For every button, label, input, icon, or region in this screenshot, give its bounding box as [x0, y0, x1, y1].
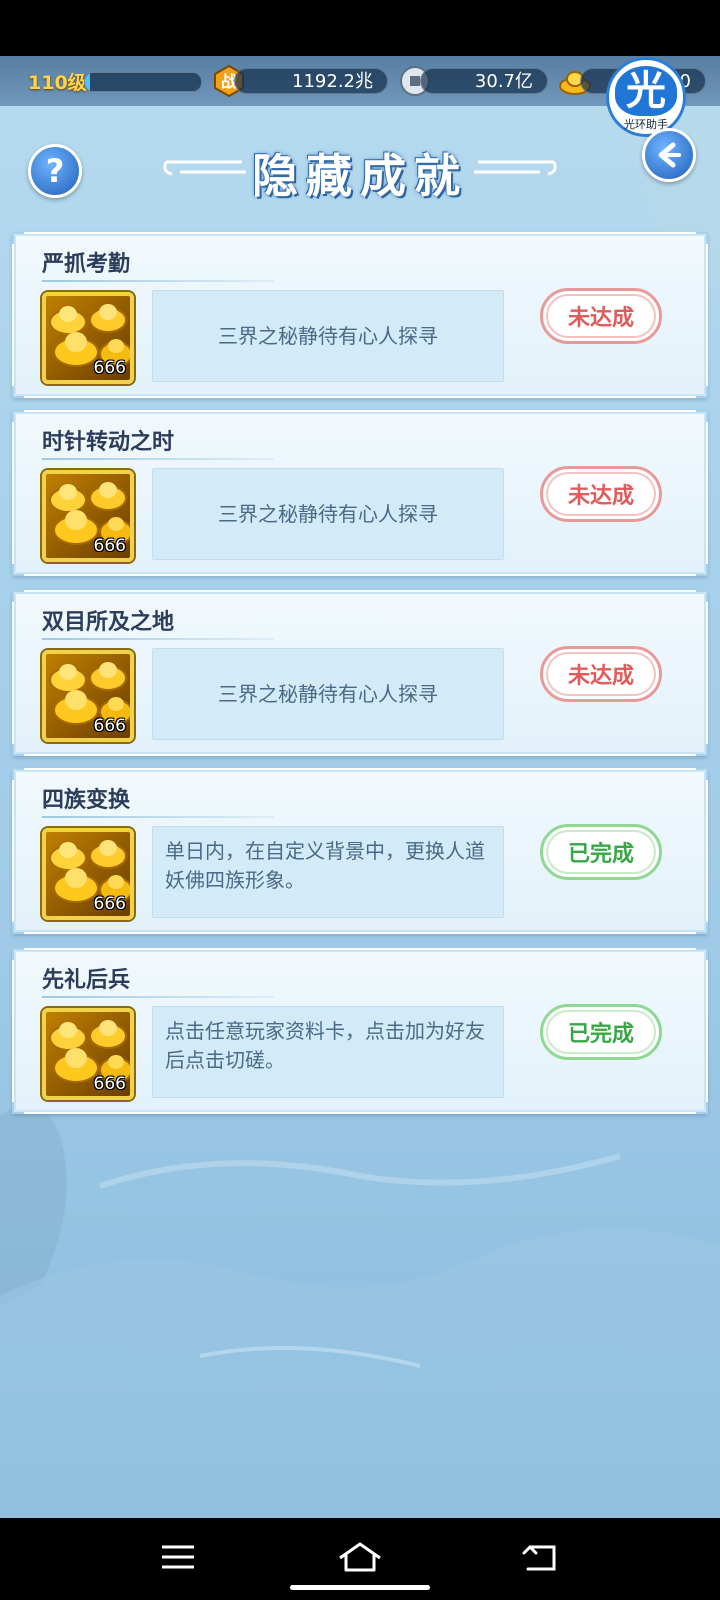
helper-app-badge[interactable]: 光 光环助手 [606, 57, 686, 137]
card-corner [12, 386, 24, 398]
level-progress-bar [84, 72, 202, 92]
achievement-card: 时针转动之时 666 三界之秘静待有心人探寻 未达成 [12, 410, 708, 576]
title-underline [42, 280, 274, 282]
back-arrow-icon [658, 142, 681, 168]
card-corner [696, 590, 708, 602]
achievement-description: 点击任意玩家资料卡，点击加为好友后点击切磋。 [152, 1006, 504, 1098]
home-icon [339, 1542, 381, 1572]
card-corner [696, 564, 708, 576]
achievement-name: 四族变换 [42, 788, 131, 813]
page-title: 隐藏成就 [252, 149, 468, 203]
achievement-status-button[interactable]: 未达成 [540, 288, 662, 344]
title-underline [42, 816, 274, 818]
reward-item[interactable]: 666 [42, 650, 134, 742]
home-button[interactable] [330, 1532, 390, 1582]
reward-count: 666 [93, 536, 126, 556]
title-underline [42, 996, 274, 998]
card-corner [12, 410, 24, 422]
achievement-card: 严抓考勤 666 三界之秘静待有心人探寻 未达成 [12, 232, 708, 398]
achievement-status-button[interactable]: 已完成 [540, 1004, 662, 1060]
card-corner [12, 744, 24, 756]
card-corner [12, 948, 24, 960]
reward-count: 666 [93, 894, 126, 914]
card-corner [12, 590, 24, 602]
achievement-status-button[interactable]: 未达成 [540, 466, 662, 522]
card-corner [12, 768, 24, 780]
achievement-name: 时针转动之时 [42, 430, 175, 455]
coins-value: 30.7亿 [420, 68, 548, 94]
card-corner [12, 564, 24, 576]
card-corner [696, 744, 708, 756]
status-bar [0, 0, 720, 56]
achievement-name: 双目所及之地 [42, 610, 175, 635]
card-corner [696, 1102, 708, 1114]
back-button[interactable] [642, 128, 696, 182]
achievement-name: 严抓考勤 [42, 252, 131, 277]
achievement-name: 先礼后兵 [42, 968, 131, 993]
level-progress-fill [85, 73, 90, 91]
achievement-description: 三界之秘静待有心人探寻 [152, 648, 504, 740]
reward-count: 666 [93, 716, 126, 736]
achievement-description: 单日内，在自定义背景中，更换人道妖佛四族形象。 [152, 826, 504, 918]
system-nav-bar [0, 1518, 720, 1600]
menu-button[interactable] [148, 1532, 208, 1582]
achievement-description: 三界之秘静待有心人探寻 [152, 468, 504, 560]
home-indicator[interactable] [290, 1585, 430, 1590]
card-corner [696, 948, 708, 960]
reward-item[interactable]: 666 [42, 1008, 134, 1100]
card-corner [696, 410, 708, 422]
reward-count: 666 [93, 1074, 126, 1094]
card-corner [12, 1102, 24, 1114]
achievement-status-button[interactable]: 未达成 [540, 646, 662, 702]
achievement-card: 四族变换 666 单日内，在自定义背景中，更换人道妖佛四族形象。 已完成 [12, 768, 708, 934]
achievement-description: 三界之秘静待有心人探寻 [152, 290, 504, 382]
achievement-status-button[interactable]: 已完成 [540, 824, 662, 880]
title-underline [42, 638, 274, 640]
reward-item[interactable]: 666 [42, 292, 134, 384]
reward-item[interactable]: 666 [42, 828, 134, 920]
card-corner [696, 386, 708, 398]
title-right-ornament [474, 160, 557, 176]
back-icon [522, 1545, 556, 1571]
achievement-card: 先礼后兵 666 点击任意玩家资料卡，点击加为好友后点击切磋。 已完成 [12, 948, 708, 1114]
combat-power-value: 1192.2兆 [234, 68, 388, 94]
card-corner [696, 768, 708, 780]
card-corner [12, 922, 24, 934]
reward-item[interactable]: 666 [42, 470, 134, 562]
card-corner [696, 232, 708, 244]
card-corner [12, 232, 24, 244]
title-underline [42, 458, 274, 460]
card-corner [696, 922, 708, 934]
achievement-card: 双目所及之地 666 三界之秘静待有心人探寻 未达成 [12, 590, 708, 756]
player-level: 110级 [28, 72, 87, 94]
nav-back-button[interactable] [510, 1532, 570, 1582]
reward-count: 666 [93, 358, 126, 378]
helper-logo: 光 [615, 66, 677, 116]
menu-icon [162, 1545, 194, 1569]
